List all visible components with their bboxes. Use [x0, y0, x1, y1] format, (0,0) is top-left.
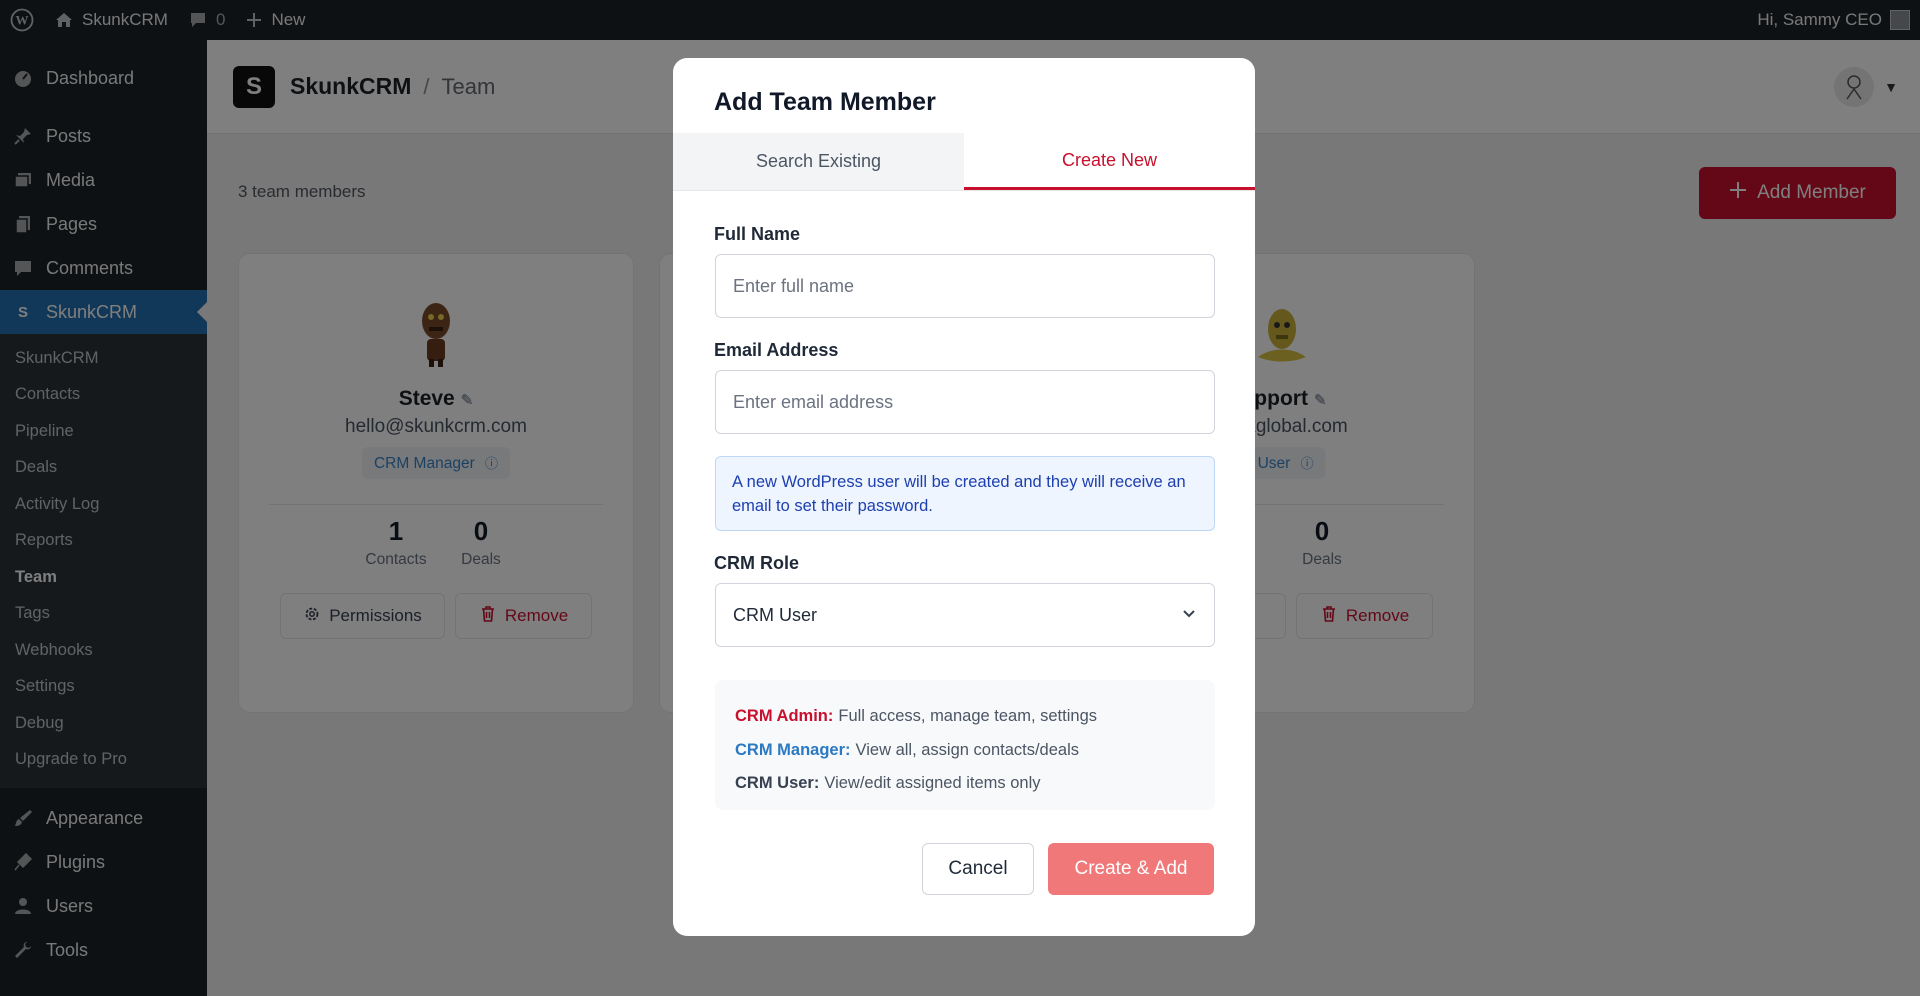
role-name-manager: CRM Manager:: [735, 740, 851, 759]
tab-search-existing[interactable]: Search Existing: [673, 133, 964, 190]
cancel-button[interactable]: Cancel: [922, 843, 1034, 895]
tab-create-new[interactable]: Create New: [964, 133, 1255, 190]
role-description-admin: CRM Admin: Full access, manage team, set…: [735, 700, 1195, 734]
full-name-input[interactable]: [715, 254, 1215, 318]
role-desc-manager: View all, assign contacts/deals: [855, 740, 1079, 759]
create-and-add-button[interactable]: Create & Add: [1048, 843, 1214, 895]
role-desc-admin: Full access, manage team, settings: [838, 707, 1097, 726]
role-description-user: CRM User: View/edit assigned items only: [735, 767, 1195, 801]
role-descriptions: CRM Admin: Full access, manage team, set…: [715, 680, 1215, 810]
role-name-user: CRM User:: [735, 774, 820, 793]
role-description-manager: CRM Manager: View all, assign contacts/d…: [735, 734, 1195, 768]
modal-title: Add Team Member: [714, 88, 936, 116]
role-desc-user: View/edit assigned items only: [824, 774, 1041, 793]
role-name-admin: CRM Admin:: [735, 707, 834, 726]
crm-role-select[interactable]: CRM User: [715, 583, 1215, 647]
info-notice: A new WordPress user will be created and…: [715, 456, 1215, 531]
email-input[interactable]: [715, 370, 1215, 434]
email-label: Email Address: [714, 340, 839, 360]
chevron-down-icon: [1181, 605, 1197, 626]
add-team-member-modal: Add Team Member Search Existing Create N…: [673, 58, 1255, 936]
modal-tabs: Search Existing Create New: [673, 133, 1255, 191]
full-name-label: Full Name: [714, 224, 801, 244]
crm-role-value: CRM User: [733, 604, 817, 625]
crm-role-label: CRM Role: [714, 553, 799, 573]
